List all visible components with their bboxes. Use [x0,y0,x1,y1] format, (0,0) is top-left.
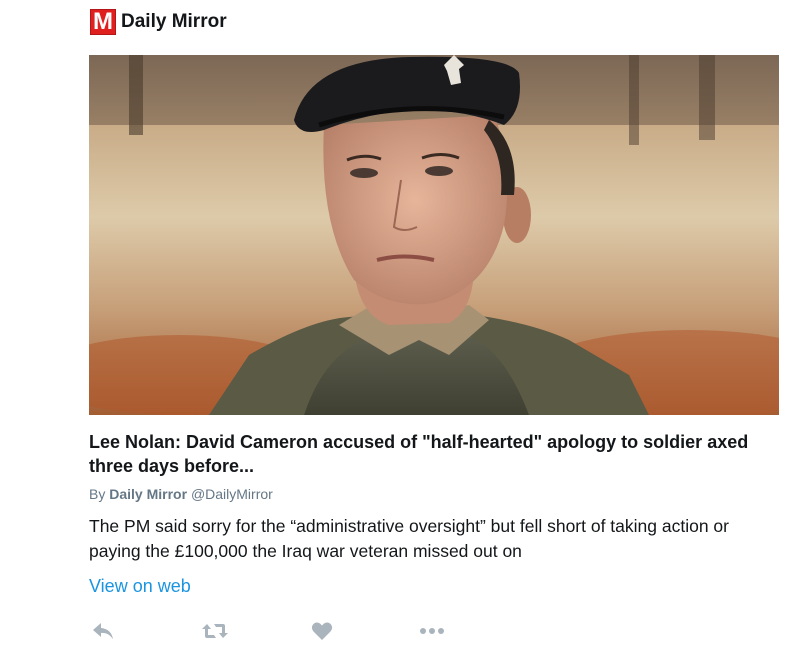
article-title[interactable]: Lee Nolan: David Cameron accused of "hal… [89,430,779,478]
source-name[interactable]: Daily Mirror [121,11,227,33]
byline-handle[interactable]: @DailyMirror [191,486,273,502]
tweet-actions [89,618,509,644]
byline: By Daily Mirror @DailyMirror [89,486,273,502]
heart-icon [311,621,333,641]
byline-prefix: By [89,486,106,502]
retweet-icon [201,621,229,641]
view-on-web-link[interactable]: View on web [89,576,191,597]
article-image[interactable] [89,55,779,415]
card-header: M Daily Mirror [90,9,227,35]
article-description: The PM said sorry for the “administrativ… [89,516,729,561]
more-icon [419,621,445,641]
retweet-button[interactable] [201,618,229,644]
daily-mirror-logo-icon[interactable]: M [90,9,116,35]
reply-icon [91,621,115,641]
like-button[interactable] [311,618,333,644]
reply-button[interactable] [91,618,115,644]
more-button[interactable] [419,618,445,644]
byline-author[interactable]: Daily Mirror [109,486,187,502]
